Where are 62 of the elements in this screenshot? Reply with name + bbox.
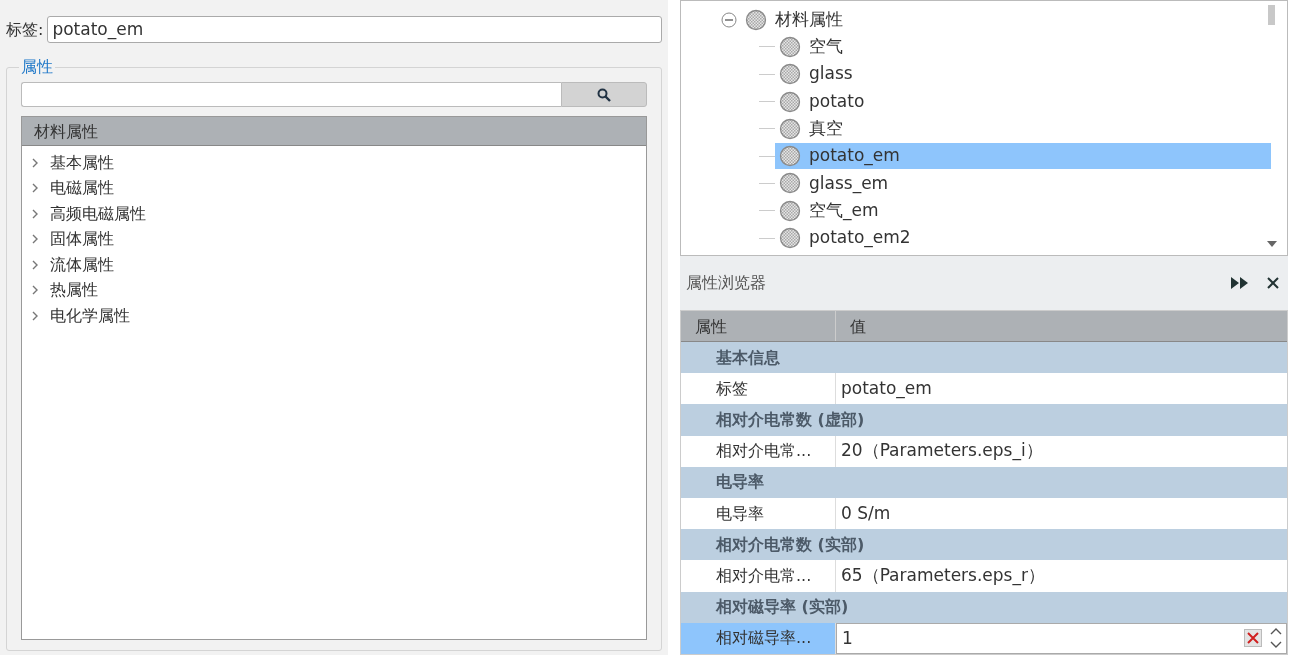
column-header: 值: [849, 316, 866, 338]
expander-icon[interactable]: [30, 234, 40, 245]
tree-node[interactable]: 材料属性: [775, 6, 843, 33]
tree-node[interactable]: 真空: [775, 115, 1271, 142]
tree-node[interactable]: glass_em: [775, 170, 1271, 197]
column-header: 材料属性: [22, 117, 646, 146]
material-icon: [779, 145, 801, 168]
value-input-field[interactable]: 1: [836, 622, 1287, 654]
material-icon: [779, 63, 801, 86]
expander-icon[interactable]: [30, 285, 40, 296]
search-button[interactable]: [561, 82, 647, 107]
scrollbar-thumb[interactable]: [1268, 5, 1275, 25]
spin-icon[interactable]: [1270, 627, 1282, 650]
group-header: 电导率: [681, 466, 1287, 498]
tree-item[interactable]: 基本属性: [50, 150, 114, 175]
tree-item[interactable]: 电化学属性: [50, 303, 130, 328]
property-value: 0 S/m: [840, 501, 892, 525]
tree-item[interactable]: 电磁属性: [50, 176, 114, 201]
scroll-down-icon[interactable]: [1267, 241, 1277, 247]
tree-node[interactable]: potato: [775, 88, 1271, 115]
tree-item[interactable]: 固体属性: [50, 227, 114, 252]
fast-forward-icon[interactable]: [1230, 276, 1250, 290]
material-icon: [779, 90, 801, 113]
expander-icon[interactable]: [30, 259, 40, 270]
property-name[interactable]: 相对介电常...: [681, 560, 836, 592]
material-icon: [779, 35, 801, 58]
column-header: 属性: [681, 311, 836, 341]
tree-item[interactable]: 流体属性: [50, 252, 114, 277]
tree-node[interactable]: glass: [775, 61, 1271, 88]
expander-icon[interactable]: [30, 157, 40, 168]
property-value: 65（Parameters.eps_r）: [840, 564, 1046, 588]
group-header: 相对磁导率 (实部): [681, 591, 1287, 623]
tree-item[interactable]: 高频电磁属性: [50, 201, 146, 226]
material-icon: [745, 8, 767, 31]
panel-title: 属性浏览器: [686, 272, 766, 294]
expander-icon[interactable]: [30, 183, 40, 194]
tree-item[interactable]: 热属性: [50, 278, 98, 303]
group-header: 相对介电常数 (实部): [681, 529, 1287, 561]
clear-icon[interactable]: [1244, 629, 1262, 648]
property-name[interactable]: 相对磁导率...: [681, 622, 836, 654]
search-field[interactable]: [21, 82, 561, 107]
material-icon: [779, 117, 801, 140]
field-label: 标签:: [6, 18, 44, 41]
group-header: 基本信息: [681, 342, 1287, 374]
expander-icon[interactable]: [30, 208, 40, 219]
tree-node[interactable]: potato_em2: [775, 225, 1271, 251]
tree-node[interactable]: potato_em: [775, 143, 1271, 170]
label-input-field[interactable]: potato_em: [47, 16, 662, 43]
close-icon[interactable]: [1266, 276, 1280, 290]
property-value: potato_em: [840, 377, 933, 401]
collapse-icon[interactable]: [721, 11, 737, 28]
material-icon: [779, 199, 801, 222]
group-title: 属性: [19, 57, 55, 77]
material-icon: [779, 227, 801, 249]
tree-node[interactable]: 空气_em: [775, 197, 1271, 224]
material-icon: [779, 172, 801, 195]
search-icon: [597, 87, 611, 102]
group-header: 相对介电常数 (虚部): [681, 404, 1287, 436]
property-value: 20（Parameters.eps_i）: [840, 439, 1044, 463]
tree-node[interactable]: 空气: [775, 33, 1271, 60]
property-name[interactable]: 相对介电常...: [681, 435, 836, 467]
expander-icon[interactable]: [30, 310, 40, 321]
